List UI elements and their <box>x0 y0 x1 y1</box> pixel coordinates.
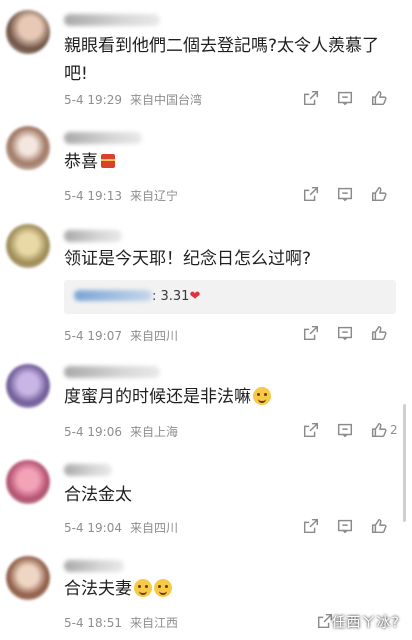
comment-location: 来自四川 <box>130 521 179 535</box>
comment-actions <box>294 86 398 110</box>
avatar[interactable] <box>6 556 50 600</box>
comment-text: 合法夫妻 <box>64 575 394 603</box>
comment-text: 合法金太 <box>64 485 132 505</box>
comment-meta: 5-4 19:04 来自四川 <box>64 519 178 536</box>
watermark: 任西ㄚ冰? <box>331 615 400 631</box>
comment-button[interactable] <box>328 86 362 110</box>
like-button[interactable] <box>362 86 396 110</box>
reply-preview[interactable]: : 3.31❤ <box>64 280 396 314</box>
comment-date: 5-4 19:13 <box>64 189 122 203</box>
avatar[interactable] <box>6 224 50 268</box>
comment-text: 领证是今天耶！纪念日怎么过啊? <box>64 249 312 269</box>
comment-text-content: 合法夫妻 <box>64 579 132 599</box>
reply-text: : 3.31 <box>152 289 190 304</box>
share-button[interactable] <box>294 321 328 345</box>
share-icon <box>303 518 319 534</box>
comment-meta: 5-4 19:07 来自四川 <box>64 327 178 344</box>
heart-icon: ❤ <box>189 289 201 304</box>
username[interactable] <box>64 230 122 242</box>
like-button[interactable] <box>362 182 396 206</box>
username[interactable] <box>64 132 142 144</box>
comment-location: 来自中国台湾 <box>130 93 203 107</box>
comment-date: 5-4 19:29 <box>64 93 122 107</box>
emoji-icon <box>154 579 172 597</box>
thumbs-up-icon <box>371 325 387 341</box>
comment-meta: 5-4 19:13 来自辽宁 <box>64 187 178 204</box>
comment-location: 来自上海 <box>130 425 179 439</box>
share-icon <box>303 422 319 438</box>
avatar[interactable] <box>6 364 50 408</box>
comment-meta: 5-4 19:06 来自上海 <box>64 423 178 440</box>
username[interactable] <box>64 560 124 572</box>
comment-icon <box>337 519 353 534</box>
username[interactable] <box>64 366 160 378</box>
comment-icon <box>337 423 353 438</box>
comment-text: 恭喜 <box>64 148 394 176</box>
share-icon <box>303 186 319 202</box>
comment-date: 5-4 19:04 <box>64 521 122 535</box>
comment-location: 来自辽宁 <box>130 189 179 203</box>
emoji-icon <box>134 579 152 597</box>
thumbs-up-icon <box>371 518 387 534</box>
comment-date: 5-4 19:06 <box>64 425 122 439</box>
share-button[interactable] <box>294 514 328 538</box>
thumbs-up-icon <box>371 186 387 202</box>
comment-meta: 5-4 18:51 来自江西 <box>64 614 178 631</box>
like-button[interactable] <box>362 321 396 345</box>
comment-location: 来自江西 <box>130 616 179 630</box>
comment-icon <box>337 187 353 202</box>
share-button[interactable] <box>294 182 328 206</box>
share-icon <box>303 90 319 106</box>
scrollbar[interactable] <box>403 404 406 522</box>
comment-date: 5-4 19:07 <box>64 329 122 343</box>
thumbs-up-icon <box>371 90 387 106</box>
share-button[interactable] <box>294 418 328 442</box>
avatar[interactable] <box>6 126 50 170</box>
avatar[interactable] <box>6 10 50 54</box>
comment-actions: 2 <box>294 418 398 442</box>
comment-text-content: 度蜜月的时候还是非法嘛 <box>64 387 251 407</box>
like-count: 2 <box>390 423 398 437</box>
share-icon <box>303 325 319 341</box>
comment-location: 来自四川 <box>130 329 179 343</box>
comment-text-content: 恭喜 <box>64 152 98 172</box>
gift-emoji-icon <box>101 154 115 168</box>
comment-date: 5-4 18:51 <box>64 616 122 630</box>
thumbs-up-icon <box>371 422 387 438</box>
username[interactable] <box>64 14 160 26</box>
comment-text: 度蜜月的时候还是非法嘛 <box>64 383 394 411</box>
like-button[interactable] <box>362 514 396 538</box>
comment-actions <box>294 182 398 206</box>
comment-actions <box>294 321 398 345</box>
avatar[interactable] <box>6 460 50 504</box>
comment-button[interactable] <box>328 514 362 538</box>
comment-text: 親眼看到他們二個去登記嗎?太令人羨慕了吧! <box>64 36 380 84</box>
share-button[interactable] <box>294 86 328 110</box>
reply-username[interactable] <box>74 290 152 301</box>
comment-icon <box>337 91 353 106</box>
comment-button[interactable] <box>328 321 362 345</box>
comment-button[interactable] <box>328 182 362 206</box>
laughing-emoji-icon <box>253 387 271 405</box>
username[interactable] <box>64 464 112 476</box>
comment-button[interactable] <box>328 418 362 442</box>
comment-icon <box>337 326 353 341</box>
comment-meta: 5-4 19:29 来自中国台湾 <box>64 91 202 108</box>
comment-actions <box>294 514 398 538</box>
